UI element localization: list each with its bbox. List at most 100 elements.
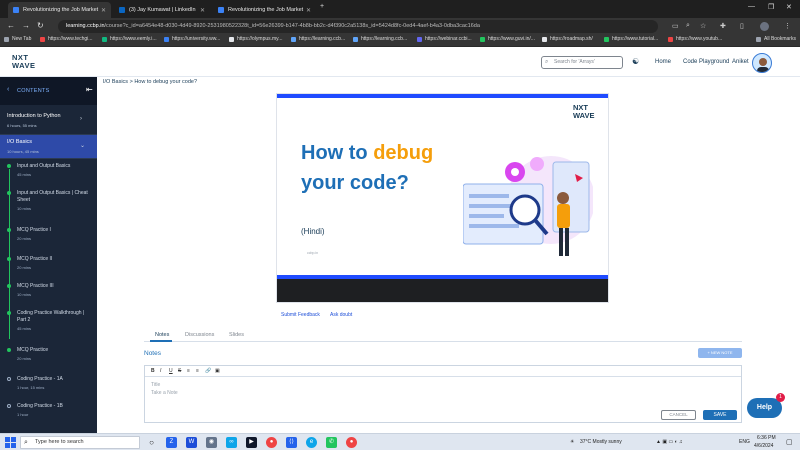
weather-icon[interactable]: ☀ xyxy=(570,439,574,445)
bookmark-new-tab[interactable]: New Tab xyxy=(4,36,31,42)
sidepanel-icon[interactable]: ▯ xyxy=(740,22,744,30)
close-icon[interactable]: ✕ xyxy=(306,7,311,14)
task-view-icon[interactable]: ○ xyxy=(146,437,157,448)
strikethrough-button[interactable]: S xyxy=(178,368,181,374)
all-bookmarks[interactable]: All Bookmarks xyxy=(756,36,796,42)
bookmark-item[interactable]: https://www.tutorial... xyxy=(604,36,658,42)
whatsapp-app-icon[interactable]: ✆ xyxy=(326,437,337,448)
terminal-app-icon[interactable]: ▶ xyxy=(246,437,257,448)
edge-app-icon[interactable]: e xyxy=(306,437,317,448)
search-input[interactable]: ⌕ Search for 'Arrays' xyxy=(541,56,623,69)
sidebar-item-cheat-sheet[interactable]: Input and Output Basics | Cheat Sheet 10… xyxy=(0,190,97,218)
bullet-list-icon[interactable]: ≡ xyxy=(196,368,199,374)
bookmark-item[interactable]: https://learning.ccb... xyxy=(291,36,345,42)
menu-kebab-icon[interactable]: ⋮ xyxy=(784,22,791,30)
sidebar-header: ‹ CONTENTS ⇤ xyxy=(0,77,97,105)
bookmark-item[interactable]: https://www.eemly.i... xyxy=(102,36,157,42)
restore-icon[interactable]: ❐ xyxy=(768,3,774,11)
course-introduction-to-python[interactable]: Introduction to Python 6 hours, 55 mins … xyxy=(0,105,97,135)
ordered-list-icon[interactable]: ≡ xyxy=(187,368,190,374)
bookmark-label: https://learning.ccb... xyxy=(299,36,346,42)
close-icon[interactable]: ✕ xyxy=(101,7,106,14)
sidebar-item-mcq-practice-3[interactable]: MCQ Practice III 10 mins xyxy=(0,283,97,305)
clock-date[interactable]: 4/6/2024 xyxy=(754,443,773,449)
grid-icon xyxy=(4,36,9,42)
weather-text[interactable]: 37°C Mostly sunny xyxy=(580,439,622,445)
bookmark-item[interactable]: https://webinar.ccbi... xyxy=(417,36,472,42)
notifications-icon[interactable]: ▢ xyxy=(786,438,793,446)
bookmark-item[interactable]: https://roadmap.sh/ xyxy=(542,36,593,42)
sidebar-item-mcq-practice-2[interactable]: MCQ Practice II 20 mins xyxy=(0,256,97,278)
image-icon[interactable]: ▣ xyxy=(215,368,220,374)
ask-doubt-link[interactable]: Ask doubt xyxy=(330,312,352,318)
chrome-app-icon[interactable]: ● xyxy=(266,437,277,448)
nav-home[interactable]: Home xyxy=(655,59,671,65)
clock-time[interactable]: 6:36 PM xyxy=(757,435,776,441)
back-icon[interactable]: ← xyxy=(7,21,15,30)
sidebar-item-coding-practice-1a[interactable]: Coding Practice - 1A 1 hour, 15 mins xyxy=(0,376,97,398)
windows-start-icon[interactable] xyxy=(5,437,16,448)
reload-icon[interactable]: ↻ xyxy=(37,21,44,30)
site-favicon-icon xyxy=(40,36,45,42)
sidebar-item-input-output-basics[interactable]: Input and Output Basics 45 mins xyxy=(0,163,97,185)
tab-discussions[interactable]: Discussions xyxy=(185,332,214,338)
save-button[interactable]: SAVE xyxy=(703,410,737,420)
new-tab-icon[interactable]: + xyxy=(320,3,324,10)
camera-app-icon[interactable]: ◉ xyxy=(206,437,217,448)
url-input[interactable]: learning.ccbp.in/course?c_id=a6454e48-d0… xyxy=(58,20,658,33)
minimize-icon[interactable]: — xyxy=(748,3,755,10)
sidebar-item-coding-walkthrough[interactable]: Coding Practice Walkthrough | Part 2 45 … xyxy=(0,310,97,340)
course-io-basics[interactable]: I/O Basics 10 hours, 45 mins ⌄ xyxy=(0,135,97,159)
chrome-active-app-icon[interactable]: ● xyxy=(346,437,357,448)
underline-button[interactable]: U xyxy=(169,368,173,374)
video-player[interactable]: NXT WAVE How to debug your code? (Hindi) … xyxy=(276,93,609,303)
word-app-icon[interactable]: W xyxy=(186,437,197,448)
new-note-button[interactable]: + NEW NOTE xyxy=(698,348,742,358)
italic-button[interactable]: I xyxy=(160,368,161,374)
browser-tab-3[interactable]: Revolutionizing the Job Market ✕ xyxy=(213,2,316,18)
bookmark-item[interactable]: https://university.ww... xyxy=(164,36,220,42)
note-body-input[interactable]: Take a Note xyxy=(151,390,178,396)
bold-button[interactable]: B xyxy=(151,368,155,374)
collapse-sidebar-icon[interactable]: ⇤ xyxy=(86,85,93,94)
browser-tab-1[interactable]: Revolutionizing the Job Market ✕ xyxy=(8,2,111,18)
vscode-app-icon[interactable]: ⟨⟩ xyxy=(286,437,297,448)
note-title-input[interactable]: Title xyxy=(151,382,160,388)
note-editor[interactable]: B I U S ≡ ≡ 🔗 ▣ Title Take a Note CANCEL… xyxy=(144,365,742,423)
nav-code-playground[interactable]: Code Playground xyxy=(683,59,729,65)
browser-tab-2[interactable]: (3) Jay Kumawat | LinkedIn ✕ xyxy=(114,2,210,18)
profile-icon[interactable] xyxy=(760,22,769,31)
streak-icon[interactable]: ☯ xyxy=(632,57,639,66)
bookmark-item[interactable]: https://www.guvi.in/... xyxy=(480,36,535,42)
bookmark-item[interactable]: https://www.youtub... xyxy=(668,36,722,42)
submit-feedback-link[interactable]: Submit Feedback xyxy=(281,312,320,318)
forward-icon[interactable]: → xyxy=(22,21,30,30)
sidebar-item-mcq-practice[interactable]: MCQ Practice 20 mins xyxy=(0,347,97,369)
bookmark-item[interactable]: https://www.techgi... xyxy=(40,36,92,42)
link-icon[interactable]: 🔗 xyxy=(205,368,211,374)
video-controls[interactable] xyxy=(277,279,608,302)
zoom-icon[interactable]: ⌕ xyxy=(686,22,690,30)
extensions-icon[interactable]: ✚ xyxy=(720,22,726,30)
sidebar-item-coding-practice-1b[interactable]: Coding Practice - 1B 1 hour xyxy=(0,403,97,425)
window-close-icon[interactable]: ✕ xyxy=(786,3,792,11)
nxtwave-logo[interactable]: NXT WAVE xyxy=(12,54,36,70)
arduino-app-icon[interactable]: ∞ xyxy=(226,437,237,448)
language-indicator[interactable]: ENG xyxy=(739,439,750,445)
sidebar-item-mcq-practice-1[interactable]: MCQ Practice I 20 mins xyxy=(0,227,97,249)
zoom-app-icon[interactable]: Z xyxy=(166,437,177,448)
cancel-button[interactable]: CANCEL xyxy=(661,410,696,420)
bookmark-item[interactable]: https://olympus.my... xyxy=(229,36,282,42)
tray-icons[interactable]: ▲ ▣ ▭ ◐ ♫ xyxy=(656,439,683,445)
bookmark-item[interactable]: https://learning.ccb... xyxy=(353,36,407,42)
close-icon[interactable]: ✕ xyxy=(200,7,205,14)
cast-icon[interactable]: ▭ xyxy=(672,22,679,30)
taskbar-search-input[interactable]: ⌕ Type here to search xyxy=(20,436,140,449)
user-name[interactable]: Aniket xyxy=(732,59,749,65)
avatar[interactable] xyxy=(752,53,772,73)
star-icon[interactable]: ☆ xyxy=(700,22,706,30)
video-nxtwave-logo: NXT WAVE xyxy=(573,104,595,120)
tab-slides[interactable]: Slides xyxy=(229,332,244,338)
chevron-left-icon[interactable]: ‹ xyxy=(7,86,9,93)
tab-notes[interactable]: Notes xyxy=(155,332,169,338)
